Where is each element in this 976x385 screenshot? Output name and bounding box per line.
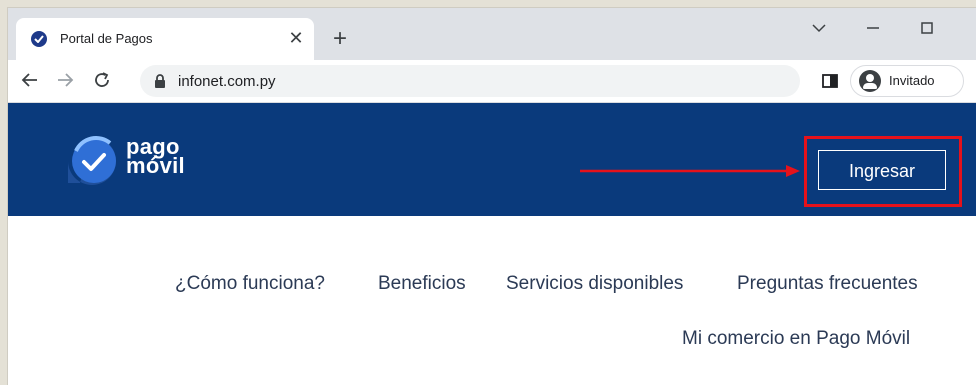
new-tab-button[interactable]: + xyxy=(328,27,352,52)
logo-text[interactable]: pago móvil xyxy=(126,136,185,178)
pago-movil-logo-icon[interactable] xyxy=(66,133,118,192)
nav-link-como-funciona[interactable]: ¿Cómo funciona? xyxy=(175,273,325,295)
login-button[interactable]: Ingresar xyxy=(818,150,946,190)
lock-icon[interactable] xyxy=(154,74,166,93)
profile-icon xyxy=(859,70,881,92)
url-text[interactable]: infonet.com.py xyxy=(178,73,276,90)
nav-link-beneficios[interactable]: Beneficios xyxy=(378,273,466,295)
maximize-icon[interactable] xyxy=(912,16,942,40)
tab-close-icon[interactable]: ✕ xyxy=(286,28,306,48)
browser-toolbar: infonet.com.py Invitado xyxy=(8,60,976,103)
nav-link-preguntas[interactable]: Preguntas frecuentes xyxy=(737,273,918,295)
forward-icon[interactable] xyxy=(53,68,77,92)
logo-line-2: móvil xyxy=(126,153,185,178)
side-panel-icon[interactable] xyxy=(822,74,838,93)
favicon-icon xyxy=(31,31,47,47)
site-header: pago móvil Ingresar xyxy=(8,103,976,216)
profile-label: Invitado xyxy=(889,73,935,88)
reload-icon[interactable] xyxy=(90,68,114,92)
browser-tab[interactable]: Portal de Pagos ✕ xyxy=(16,18,314,60)
tab-title: Portal de Pagos xyxy=(60,31,153,46)
tab-search-icon[interactable] xyxy=(804,16,834,40)
tab-strip: Portal de Pagos ✕ + xyxy=(8,8,976,60)
nav-link-servicios[interactable]: Servicios disponibles xyxy=(506,273,683,295)
red-arrow-annotation xyxy=(580,165,800,177)
minimize-icon[interactable] xyxy=(858,16,888,40)
address-bar[interactable]: infonet.com.py xyxy=(140,65,800,97)
back-icon[interactable] xyxy=(18,68,42,92)
browser-window: Portal de Pagos ✕ + infonet.com.py Invit… xyxy=(8,8,976,385)
profile-button[interactable]: Invitado xyxy=(850,65,964,97)
nav-link-mi-comercio[interactable]: Mi comercio en Pago Móvil xyxy=(682,328,910,350)
